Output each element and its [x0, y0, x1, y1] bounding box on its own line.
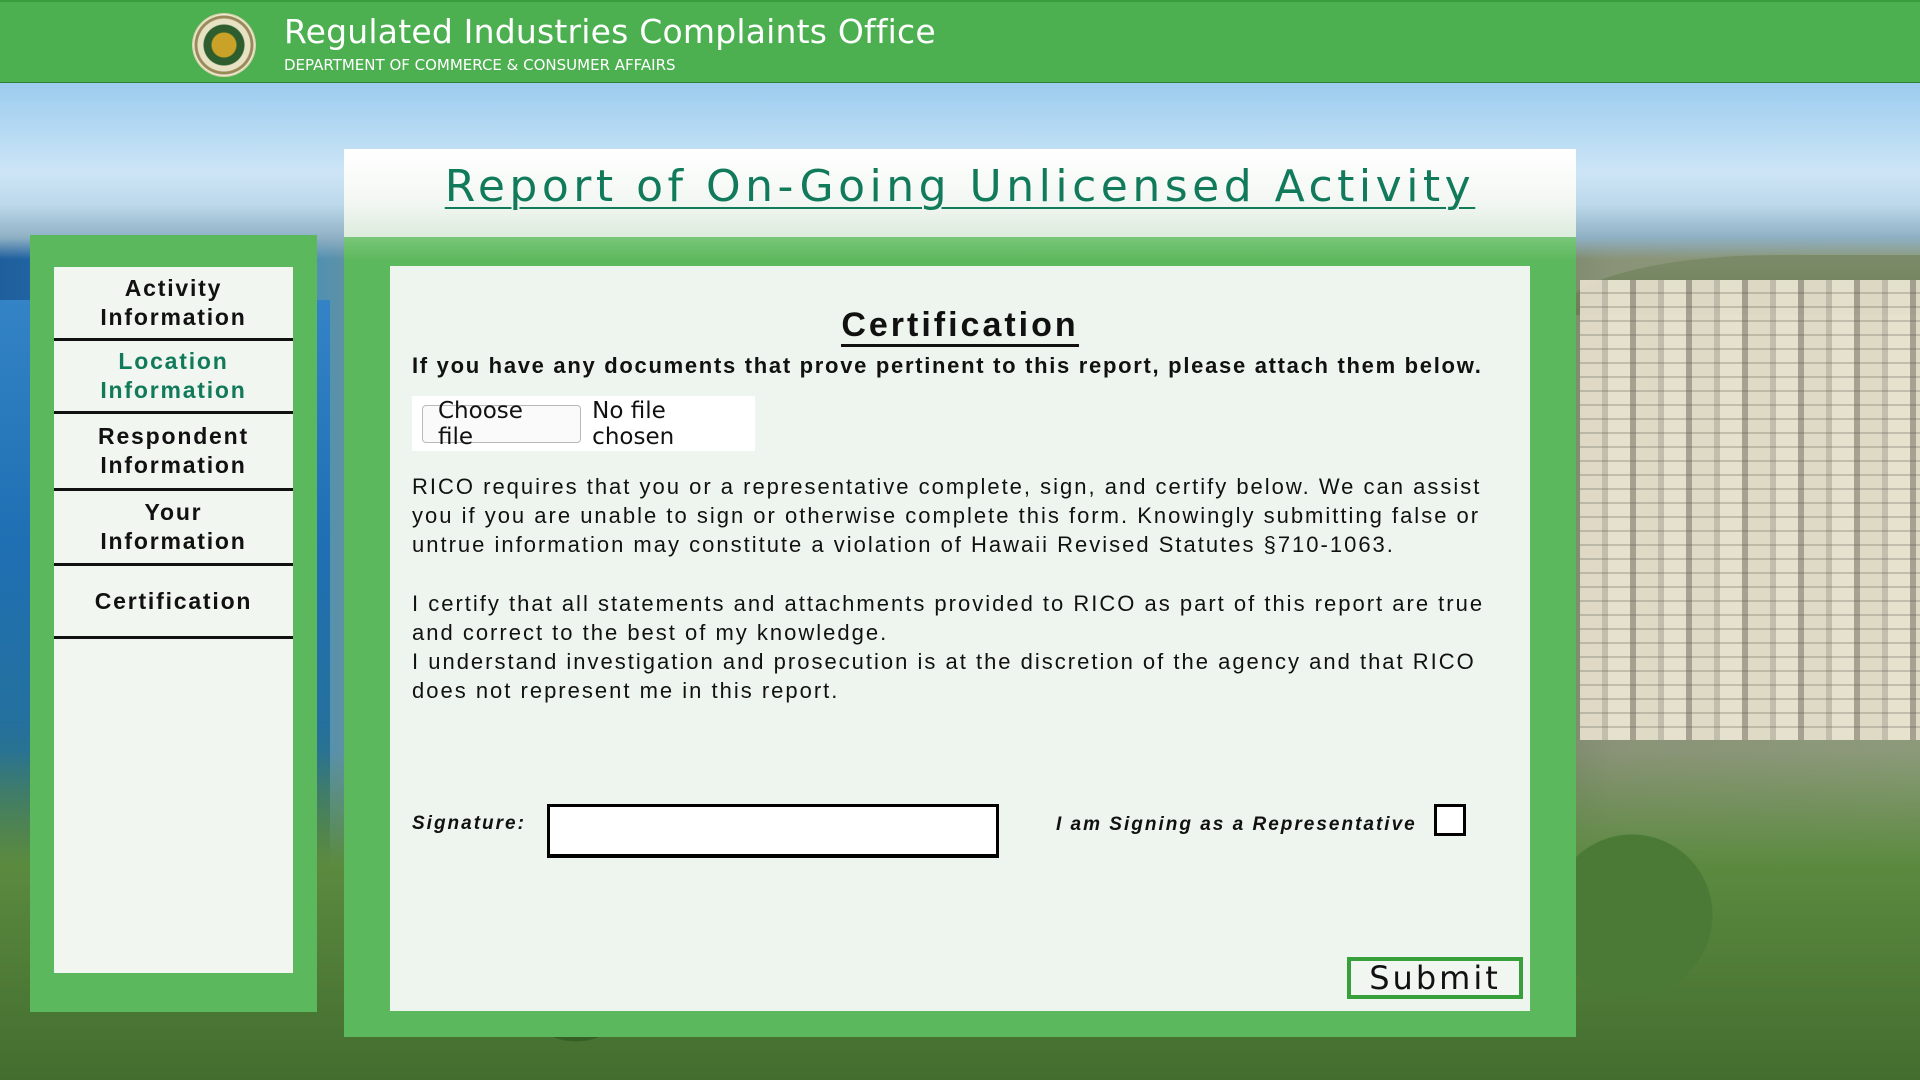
signature-label: Signature:: [412, 813, 526, 834]
title-panel: Report of On-Going Unlicensed Activity: [344, 149, 1576, 237]
site-header: Regulated Industries Complaints Office D…: [0, 0, 1920, 83]
certification-form: Certification If you have any documents …: [390, 266, 1530, 1011]
representative-checkbox[interactable]: [1434, 804, 1466, 836]
site-subtitle: DEPARTMENT OF COMMERCE & CONSUMER AFFAIR…: [284, 56, 676, 74]
sidebar-nav: Activity Information Location Informatio…: [54, 267, 293, 973]
signature-input[interactable]: [547, 804, 999, 858]
state-seal-icon: [193, 14, 255, 76]
certification-paragraph-3: I understand investigation and prosecuti…: [412, 649, 1476, 703]
section-heading-text: Certification: [841, 306, 1079, 347]
choose-file-button[interactable]: Choose file: [422, 398, 582, 450]
file-status: No file chosen: [592, 397, 675, 450]
city-scenery: [1580, 280, 1920, 740]
page-title: Report of On-Going Unlicensed Activity: [444, 161, 1476, 212]
certification-paragraph-1: RICO requires that you or a representati…: [412, 474, 1482, 557]
file-upload[interactable]: Choose file No file chosen: [412, 396, 755, 451]
sidebar-item-respondent-information[interactable]: Respondent Information: [54, 414, 293, 491]
sidebar: Activity Information Location Informatio…: [30, 235, 317, 1012]
sidebar-item-activity-information[interactable]: Activity Information: [54, 267, 293, 341]
site-title: Regulated Industries Complaints Office: [284, 12, 936, 51]
sidebar-item-your-information[interactable]: Your Information: [54, 491, 293, 566]
attach-instruction: If you have any documents that prove per…: [412, 353, 1483, 378]
submit-button[interactable]: Submit: [1347, 957, 1523, 999]
section-heading: Certification: [390, 306, 1530, 347]
sidebar-item-certification[interactable]: Certification: [54, 566, 293, 639]
sidebar-item-location-information[interactable]: Location Information: [54, 341, 293, 414]
representative-label: I am Signing as a Representative: [1056, 814, 1417, 835]
certification-paragraph-2: I certify that all statements and attach…: [412, 591, 1485, 645]
main-frame: Certification If you have any documents …: [344, 237, 1576, 1037]
